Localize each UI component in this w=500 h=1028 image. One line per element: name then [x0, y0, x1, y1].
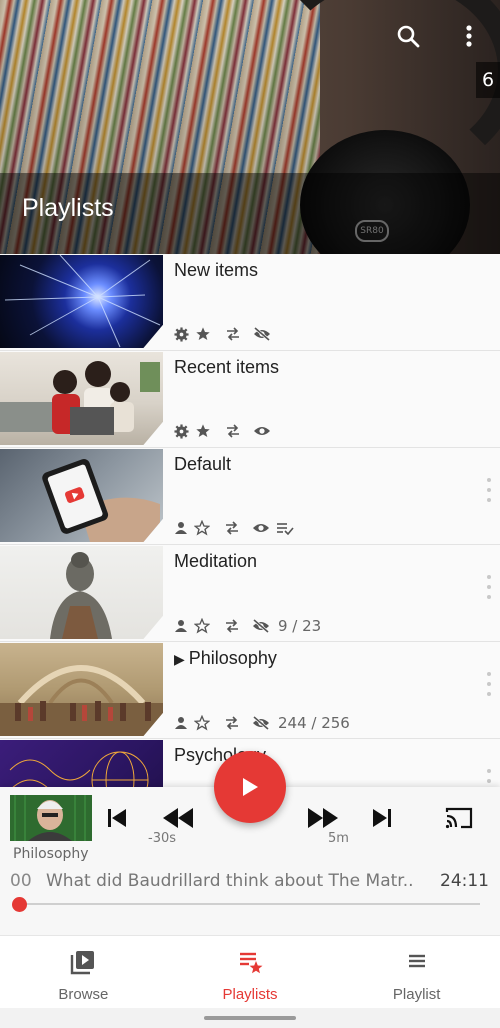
playlist-status-icons: 244 / 256	[174, 714, 350, 732]
playlist-count-badge: 6	[476, 62, 500, 98]
nav-playlists[interactable]: Playlists	[167, 936, 334, 1008]
person-icon[interactable]	[174, 521, 188, 535]
gear-icon[interactable]	[174, 326, 189, 342]
video-library-icon	[69, 948, 97, 980]
watched-count: 9 / 23	[278, 617, 322, 635]
playlist-title: Meditation	[174, 551, 258, 571]
gear-icon[interactable]	[174, 423, 189, 439]
eye-icon[interactable]	[252, 521, 270, 535]
playlist-status-icons	[174, 423, 271, 439]
eye-off-icon[interactable]	[253, 327, 271, 341]
star-outline-icon[interactable]	[194, 715, 210, 731]
skip-previous-icon[interactable]	[104, 805, 130, 831]
list-item[interactable]: New items	[0, 254, 500, 351]
list-icon	[403, 948, 431, 980]
bottom-navigation: Browse Playlists Playlist	[0, 935, 500, 1008]
playlist-status-icons	[174, 326, 271, 342]
more-options-icon[interactable]	[486, 575, 492, 599]
playlist-thumbnail	[0, 352, 163, 445]
header-banner: SR80 Playlists 6	[0, 0, 500, 254]
rewind-label: -30s	[148, 831, 177, 846]
search-icon[interactable]	[394, 22, 422, 50]
list-item[interactable]: Recent items	[0, 351, 500, 448]
more-vert-icon[interactable]	[455, 22, 483, 50]
nav-playlist-label: Playlist	[392, 986, 441, 1003]
playlist-title: ▶ Philosophy	[174, 648, 277, 668]
home-indicator[interactable]	[204, 1016, 296, 1020]
now-playing-title[interactable]: What did Baudrillard think about The Mat…	[46, 871, 436, 891]
playlist-status-icons: 9 / 23	[174, 617, 321, 635]
list-item[interactable]: Default	[0, 448, 500, 545]
total-duration: 24:11	[440, 871, 489, 891]
play-button[interactable]	[214, 751, 286, 823]
cast-icon[interactable]	[443, 805, 475, 831]
playlist-thumbnail	[0, 255, 163, 348]
repeat-icon[interactable]	[225, 424, 241, 438]
nav-playlists-label: Playlists	[222, 986, 278, 1003]
playlist-title: Recent items	[174, 357, 280, 377]
watched-count: 244 / 256	[278, 714, 350, 732]
page-title: Playlists	[22, 194, 114, 222]
playlist-check-icon[interactable]	[276, 521, 294, 535]
rewind-icon[interactable]	[159, 804, 197, 832]
nav-browse[interactable]: Browse	[0, 936, 167, 1008]
playlist-list: New items Recent items Default Meditatio…	[0, 254, 500, 836]
repeat-icon[interactable]	[224, 716, 240, 730]
playlist-status-icons	[174, 520, 294, 536]
nav-browse-label: Browse	[58, 986, 109, 1003]
repeat-icon[interactable]	[225, 327, 241, 341]
forward-label: 5m	[328, 831, 349, 846]
more-options-icon[interactable]	[486, 478, 492, 502]
star-filled-icon[interactable]	[195, 423, 211, 439]
person-icon[interactable]	[174, 716, 188, 730]
eye-off-icon[interactable]	[252, 619, 270, 633]
list-item[interactable]: ▶ Philosophy 244 / 256	[0, 642, 500, 739]
nav-playlist[interactable]: Playlist	[333, 936, 500, 1008]
star-outline-icon[interactable]	[194, 520, 210, 536]
person-icon[interactable]	[174, 619, 188, 633]
expand-arrow-icon[interactable]: ▶	[174, 651, 185, 667]
playlist-thumbnail	[0, 449, 163, 542]
now-playing-thumbnail[interactable]	[10, 795, 92, 841]
repeat-icon[interactable]	[224, 619, 240, 633]
fast-forward-icon[interactable]	[304, 804, 342, 832]
eye-off-icon[interactable]	[252, 716, 270, 730]
playlist-title: Default	[174, 454, 232, 474]
more-options-icon[interactable]	[486, 672, 492, 696]
seek-bar[interactable]	[14, 903, 480, 905]
repeat-icon[interactable]	[224, 521, 240, 535]
star-outline-icon[interactable]	[194, 618, 210, 634]
star-filled-icon[interactable]	[195, 326, 211, 342]
playlist-thumbnail	[0, 643, 163, 736]
eye-icon[interactable]	[253, 424, 271, 438]
playlist-thumbnail	[0, 546, 163, 639]
seek-handle[interactable]	[12, 897, 27, 912]
list-item[interactable]: Meditation 9 / 23	[0, 545, 500, 642]
elapsed-time: 00	[10, 871, 32, 891]
now-playing-playlist: Philosophy	[13, 846, 89, 862]
skip-next-icon[interactable]	[369, 805, 395, 831]
playlist-title: New items	[174, 260, 259, 280]
playlist-star-icon	[236, 948, 264, 980]
